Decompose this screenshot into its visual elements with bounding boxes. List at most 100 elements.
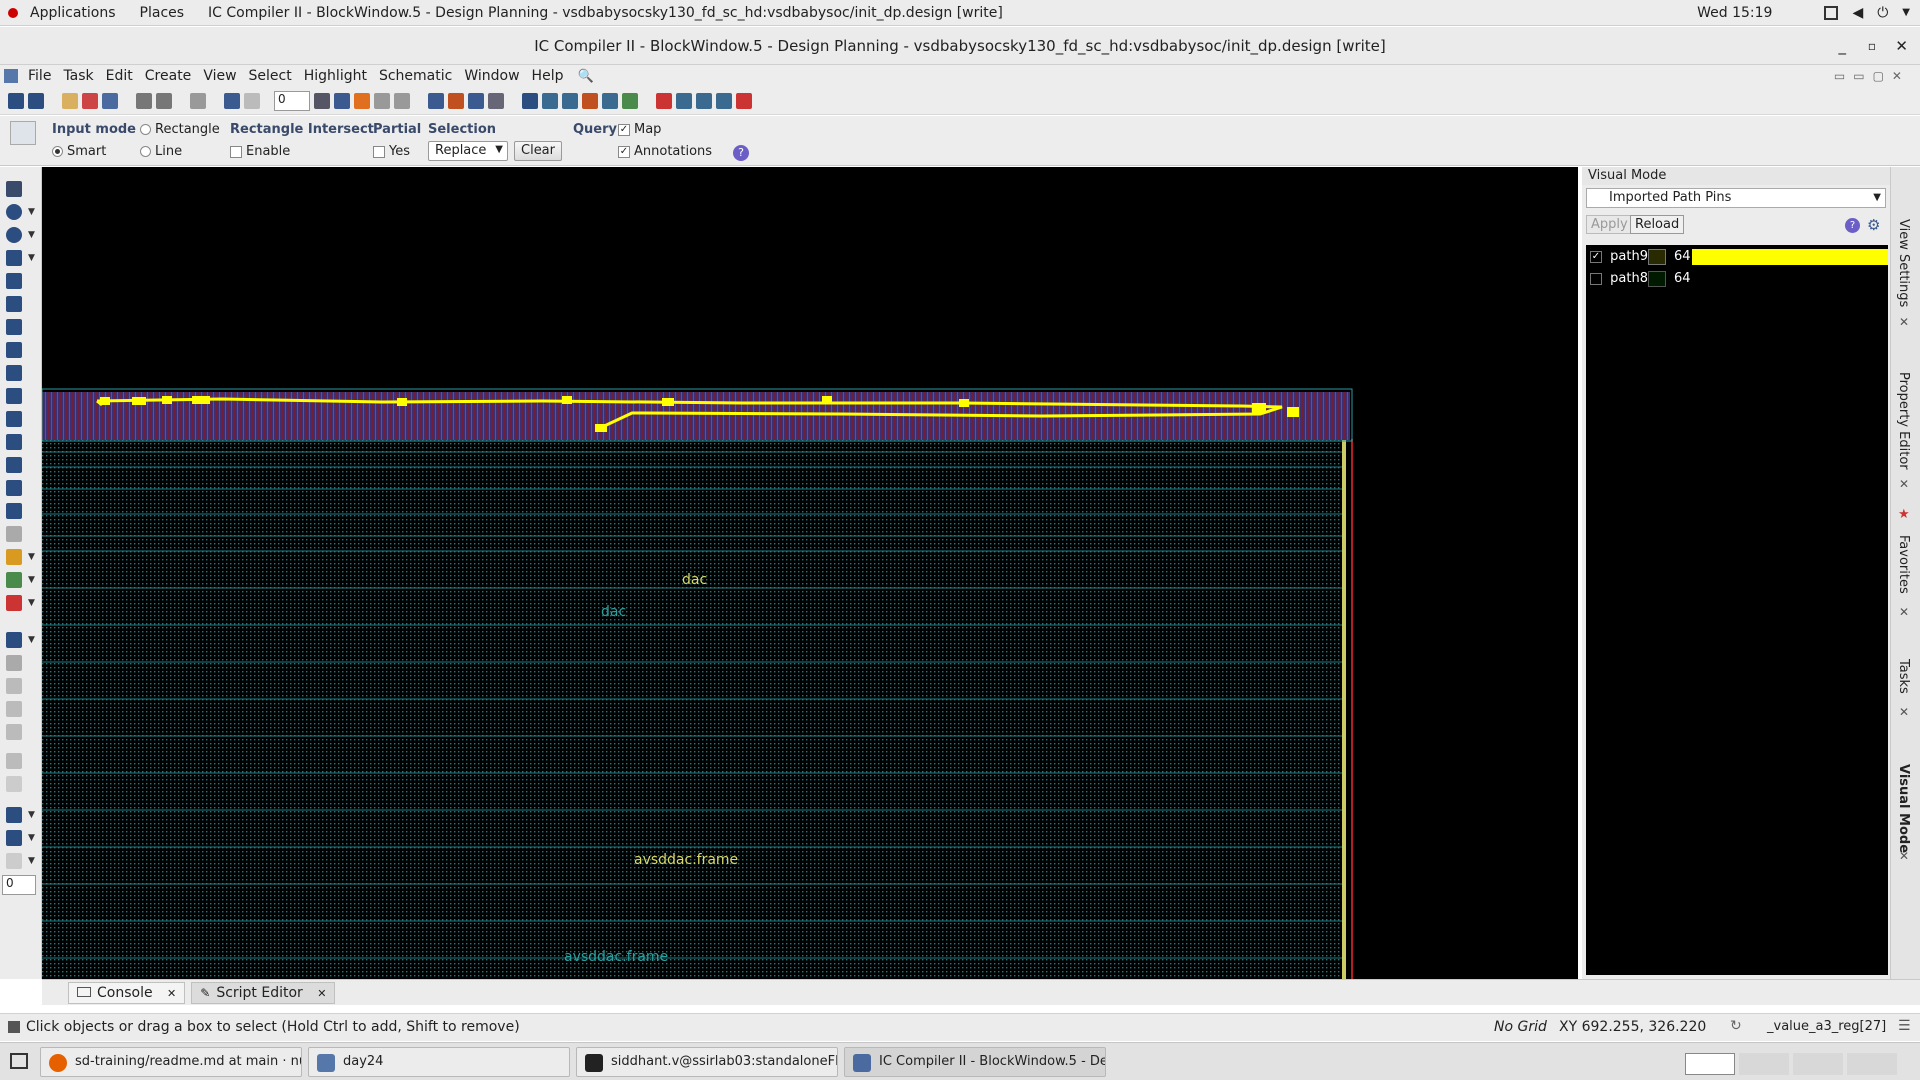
places-menu[interactable]: Places bbox=[128, 5, 197, 21]
map-checkbox[interactable]: ✓ Map bbox=[618, 122, 661, 137]
view-icon[interactable] bbox=[488, 92, 504, 109]
clear-button[interactable]: Clear bbox=[514, 141, 562, 161]
network-icon[interactable] bbox=[1824, 5, 1839, 20]
split-icon[interactable] bbox=[6, 388, 22, 404]
delete-icon[interactable] bbox=[6, 595, 22, 611]
volume-icon[interactable]: ◀ bbox=[1852, 5, 1863, 21]
lock-icon[interactable] bbox=[6, 632, 22, 648]
path-type-dropdown[interactable]: Imported Path Pins ▼ bbox=[1586, 188, 1886, 208]
icv-icon[interactable] bbox=[736, 92, 752, 109]
array-icon[interactable] bbox=[6, 572, 22, 588]
save-icon[interactable] bbox=[28, 92, 44, 109]
help-icon[interactable]: ? bbox=[733, 145, 749, 161]
ruler-icon[interactable] bbox=[6, 411, 22, 427]
palette-icon[interactable] bbox=[6, 549, 22, 565]
pen-icon[interactable] bbox=[62, 92, 78, 109]
menu-task[interactable]: Task bbox=[57, 68, 99, 84]
tab-property-editor[interactable]: Property Editor bbox=[1896, 372, 1911, 470]
stretch-icon[interactable] bbox=[6, 296, 22, 312]
tab-view-settings[interactable]: View Settings bbox=[1896, 219, 1911, 307]
menu-select[interactable]: Select bbox=[243, 68, 298, 84]
path-row[interactable]: ✓ path9 64 bbox=[1586, 247, 1888, 267]
reload-button[interactable]: Reload bbox=[1630, 215, 1685, 234]
tree-icon[interactable] bbox=[468, 92, 484, 109]
tool-icon-a[interactable] bbox=[314, 92, 330, 109]
tab-tasks[interactable]: Tasks bbox=[1896, 659, 1911, 694]
dock-icons[interactable]: ▭▭▢✕ bbox=[1834, 69, 1910, 83]
layout-icon[interactable] bbox=[602, 92, 618, 109]
workspace-switcher-4[interactable] bbox=[1847, 1053, 1897, 1075]
close-icon[interactable]: ✕ bbox=[1899, 605, 1909, 619]
pan-icon[interactable] bbox=[190, 92, 206, 109]
refresh-icon[interactable]: ↻ bbox=[1730, 1018, 1742, 1034]
close-icon[interactable]: ✕ bbox=[167, 987, 176, 1000]
redo-icon[interactable] bbox=[244, 92, 260, 109]
minimize-button[interactable]: _ bbox=[1839, 27, 1847, 65]
rectangle-radio[interactable]: Rectangle bbox=[140, 122, 220, 137]
tab-script-editor[interactable]: ✎ Script Editor ✕ bbox=[191, 981, 336, 1004]
layout-canvas[interactable]: dac dac avsddac.frame avsddac.frame bbox=[42, 167, 1578, 979]
grid-icon[interactable] bbox=[542, 92, 558, 109]
tool-icon-b[interactable] bbox=[334, 92, 350, 109]
tab-favorites[interactable]: Favorites bbox=[1896, 535, 1911, 594]
zoom-icon[interactable] bbox=[136, 92, 152, 109]
menu-create[interactable]: Create bbox=[139, 68, 198, 84]
selection-dropdown[interactable]: Replace ▼ bbox=[428, 141, 508, 161]
tool-icon-e[interactable] bbox=[394, 92, 410, 109]
taskbar-item-terminal[interactable]: siddhant.v@ssirlab03:standaloneFlow bbox=[576, 1047, 838, 1077]
enable-checkbox[interactable]: Enable bbox=[230, 144, 290, 159]
line-radio[interactable]: Line bbox=[140, 144, 182, 159]
search-icon[interactable]: 🔍 bbox=[577, 69, 593, 84]
gear-icon[interactable]: ⚙ bbox=[1867, 216, 1880, 234]
close-icon[interactable]: ✕ bbox=[1899, 705, 1909, 719]
menu-view[interactable]: View bbox=[197, 68, 242, 84]
workspace-switcher-2[interactable] bbox=[1739, 1053, 1789, 1075]
compare-icon[interactable] bbox=[622, 92, 638, 109]
tool-icon-d[interactable] bbox=[374, 92, 390, 109]
align-icon[interactable] bbox=[6, 342, 22, 358]
path-row[interactable]: path8 64 bbox=[1586, 269, 1888, 289]
comment-icon[interactable] bbox=[428, 92, 444, 109]
text-icon[interactable] bbox=[6, 503, 22, 519]
menu-schematic[interactable]: Schematic bbox=[373, 68, 458, 84]
taskbar-item-firefox[interactable]: sd-training/readme.md at main · nur... bbox=[40, 1047, 302, 1077]
taskbar-item-day24[interactable]: day24 bbox=[308, 1047, 570, 1077]
select-arrow-icon[interactable] bbox=[6, 181, 22, 197]
list-icon[interactable]: ☰ bbox=[1898, 1018, 1911, 1034]
close-icon[interactable]: ✕ bbox=[1899, 849, 1909, 863]
group-icon[interactable] bbox=[6, 480, 22, 496]
taskbar-item-icc2[interactable]: IC Compiler II - BlockWindow.5 - De... bbox=[844, 1047, 1106, 1077]
menu-file[interactable]: File bbox=[22, 68, 57, 84]
mirror-icon[interactable] bbox=[6, 319, 22, 335]
color-swatch[interactable] bbox=[1648, 271, 1666, 287]
undo-icon[interactable] bbox=[224, 92, 240, 109]
layers-icon[interactable] bbox=[6, 457, 22, 473]
path9-checkbox[interactable]: ✓ bbox=[1590, 250, 1602, 263]
menu-window[interactable]: Window bbox=[458, 68, 525, 84]
smart-radio[interactable]: Smart bbox=[52, 144, 106, 159]
close-icon[interactable]: ✕ bbox=[317, 987, 326, 1000]
color-swatch[interactable] bbox=[1648, 249, 1666, 265]
maximize-button[interactable]: ▫ bbox=[1868, 27, 1876, 65]
close-icon[interactable]: ✕ bbox=[1899, 315, 1909, 329]
tab-console[interactable]: Console ✕ bbox=[68, 981, 186, 1004]
star-icon[interactable] bbox=[102, 92, 118, 109]
select-tool-button[interactable] bbox=[10, 121, 36, 145]
tab-visual-mode[interactable]: Visual Mode bbox=[1896, 764, 1911, 853]
applications-menu[interactable]: Applications bbox=[18, 5, 128, 21]
menu-edit[interactable]: Edit bbox=[100, 68, 139, 84]
power-icon[interactable]: ⏻ bbox=[1877, 5, 1888, 21]
annotations-checkbox[interactable]: ✓ Annotations bbox=[618, 144, 712, 159]
check-icon[interactable] bbox=[696, 92, 712, 109]
rect-icon[interactable] bbox=[6, 250, 22, 266]
timing-icon[interactable] bbox=[582, 92, 598, 109]
hier-icon[interactable] bbox=[448, 92, 464, 109]
help-icon[interactable]: ? bbox=[1845, 218, 1860, 233]
zoom-fit-icon[interactable] bbox=[156, 92, 172, 109]
path8-checkbox[interactable] bbox=[1590, 272, 1602, 285]
menu-help[interactable]: Help bbox=[526, 68, 570, 84]
close-icon[interactable]: ✕ bbox=[1899, 477, 1909, 491]
route-icon-b[interactable] bbox=[6, 830, 22, 846]
delete-tool-icon[interactable] bbox=[82, 92, 98, 109]
zoom-icon[interactable] bbox=[6, 227, 22, 243]
